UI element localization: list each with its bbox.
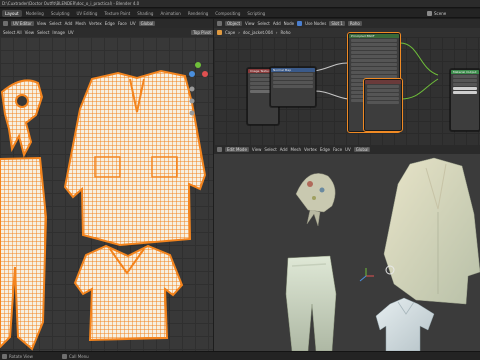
workspace-tab-sculpting[interactable]: Sculpting <box>48 10 73 17</box>
jacket-model <box>383 157 480 305</box>
pants-model <box>285 255 337 351</box>
secondary-node[interactable] <box>363 78 403 132</box>
viewport-header: Edit Mode View Select Add Mesh Vertex Ed… <box>214 145 480 154</box>
hood-model <box>295 173 336 227</box>
uv-sub-view[interactable]: View <box>25 30 35 35</box>
vp-menu-add[interactable]: Add <box>280 147 288 152</box>
status-bar: Rotate View Call Menu <box>0 351 480 360</box>
editor-type-icon[interactable] <box>217 147 222 152</box>
workspace-tab-texture-paint[interactable]: Texture Paint <box>101 10 133 17</box>
normal-map-node[interactable]: Normal Map <box>270 67 316 107</box>
uv-editor-panel: UV Editor View Select Add Mesh Vertex Ed… <box>0 19 213 351</box>
uv-editor-subheader: Select All View Select Image UV Top Pivo… <box>0 28 213 37</box>
vp-menu-face[interactable]: Face <box>333 147 342 152</box>
uv-mode-dropdown[interactable]: UV Editor <box>11 21 34 26</box>
workspace-tab-modeling[interactable]: Modeling <box>23 10 47 17</box>
mouse-icon <box>2 354 7 359</box>
vp-menu-view[interactable]: View <box>252 147 262 152</box>
scene-selector[interactable]: Scene <box>434 11 446 16</box>
uv-sub-select[interactable]: Select <box>37 30 49 35</box>
workspace-tab-layout[interactable]: Layout <box>2 10 22 17</box>
select-all-label[interactable]: Select All <box>3 30 22 35</box>
window-title: D:\Cuxtrader\Doctor Outfit\BLENDER\doc_o… <box>2 1 140 6</box>
shader-node-editor: Object View Select Add Node Use Nodes Sl… <box>214 19 480 145</box>
uv-island-jacket <box>63 69 207 247</box>
uv-island-shirt <box>73 244 184 342</box>
axis-gizmo-icon <box>359 268 374 282</box>
workspace-tab-compositing[interactable]: Compositing <box>212 10 243 17</box>
uv-island-hood <box>0 79 44 158</box>
workspace-tab-scripting[interactable]: Scripting <box>244 10 268 17</box>
workspace-tab-bar: Layout Modeling Sculpting UV Editing Texture… <box>0 9 480 18</box>
workspace-tab-uv-editing[interactable]: UV Editing <box>74 10 101 17</box>
uv-editor-header: UV Editor View Select Add Mesh Vertex Ed… <box>0 19 213 28</box>
uv-menu-select[interactable]: Select <box>49 21 61 26</box>
material-output-node[interactable]: Material Output <box>450 69 480 131</box>
editor-type-icon[interactable] <box>3 21 8 26</box>
status-mid: Call Menu <box>69 354 89 359</box>
viewport-scene[interactable] <box>214 154 480 351</box>
vp-menu-vertex[interactable]: Vertex <box>304 147 317 152</box>
vp-menu-select[interactable]: Select <box>264 147 276 152</box>
vp-menu-edge[interactable]: Edge <box>320 147 330 152</box>
status-left: Rotate View <box>9 354 33 359</box>
uv-menu-mesh[interactable]: Mesh <box>75 21 86 26</box>
uv-menu-uv[interactable]: UV <box>130 21 136 26</box>
shirt-model <box>375 297 435 351</box>
uv-sub-image[interactable]: Image <box>52 30 65 35</box>
mode-dropdown[interactable]: Edit Mode <box>225 147 249 152</box>
vp-menu-uv[interactable]: UV <box>345 147 351 152</box>
workspace-tab-rendering[interactable]: Rendering <box>185 10 211 17</box>
scene-icon <box>427 11 432 16</box>
uv-menu-add[interactable]: Add <box>65 21 73 26</box>
uv-sync-dropdown[interactable]: Global <box>138 21 156 26</box>
uv-menu-face[interactable]: Face <box>118 21 127 26</box>
3d-viewport[interactable]: Edit Mode View Select Add Mesh Vertex Ed… <box>214 145 480 351</box>
workspace-tabs: Layout Modeling Sculpting UV Editing Texture… <box>2 10 268 17</box>
uv-islands[interactable] <box>0 37 213 351</box>
uv-sub-uv[interactable]: UV <box>68 30 74 35</box>
mouse-icon <box>62 354 67 359</box>
workspace-tab-shading[interactable]: Shading <box>134 10 156 17</box>
vp-menu-mesh[interactable]: Mesh <box>291 147 302 152</box>
uv-menu-edge[interactable]: Edge <box>105 21 115 26</box>
uv-menu-vertex[interactable]: Vertex <box>89 21 102 26</box>
uv-island-pants <box>0 156 48 351</box>
pivot-dropdown[interactable]: Top Pivot <box>191 30 213 35</box>
window-titlebar: D:\Cuxtrader\Doctor Outfit\BLENDER\doc_o… <box>0 0 480 8</box>
transform-orientation-dropdown[interactable]: Global <box>353 147 371 152</box>
uv-menu-view[interactable]: View <box>37 21 47 26</box>
workspace-tab-animation[interactable]: Animation <box>157 10 183 17</box>
